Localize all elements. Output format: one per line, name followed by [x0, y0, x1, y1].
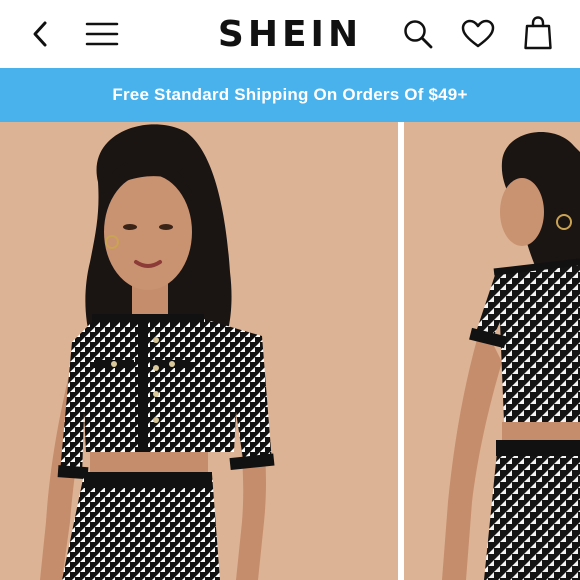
product-image-front[interactable] [0, 122, 398, 580]
back-button[interactable] [20, 14, 60, 54]
heart-icon [461, 19, 495, 48]
wishlist-button[interactable] [458, 14, 498, 54]
product-image-back[interactable] [404, 122, 580, 580]
search-icon [404, 20, 433, 49]
top-navigation-bar: SHEIN [0, 0, 580, 68]
promo-banner-text: Free Standard Shipping On Orders Of $49+ [112, 85, 468, 104]
menu-button[interactable] [82, 14, 122, 54]
model-photo-back [404, 122, 580, 580]
promo-banner[interactable]: Free Standard Shipping On Orders Of $49+ [0, 68, 580, 122]
search-button[interactable] [398, 14, 438, 54]
brand-logo[interactable]: SHEIN [200, 8, 380, 60]
product-image-gallery[interactable] [0, 122, 580, 580]
shopping-bag-icon [524, 16, 552, 50]
cart-button[interactable] [518, 13, 558, 53]
menu-icon [85, 22, 119, 46]
chevron-left-icon [33, 21, 47, 47]
model-photo-front [0, 122, 398, 580]
